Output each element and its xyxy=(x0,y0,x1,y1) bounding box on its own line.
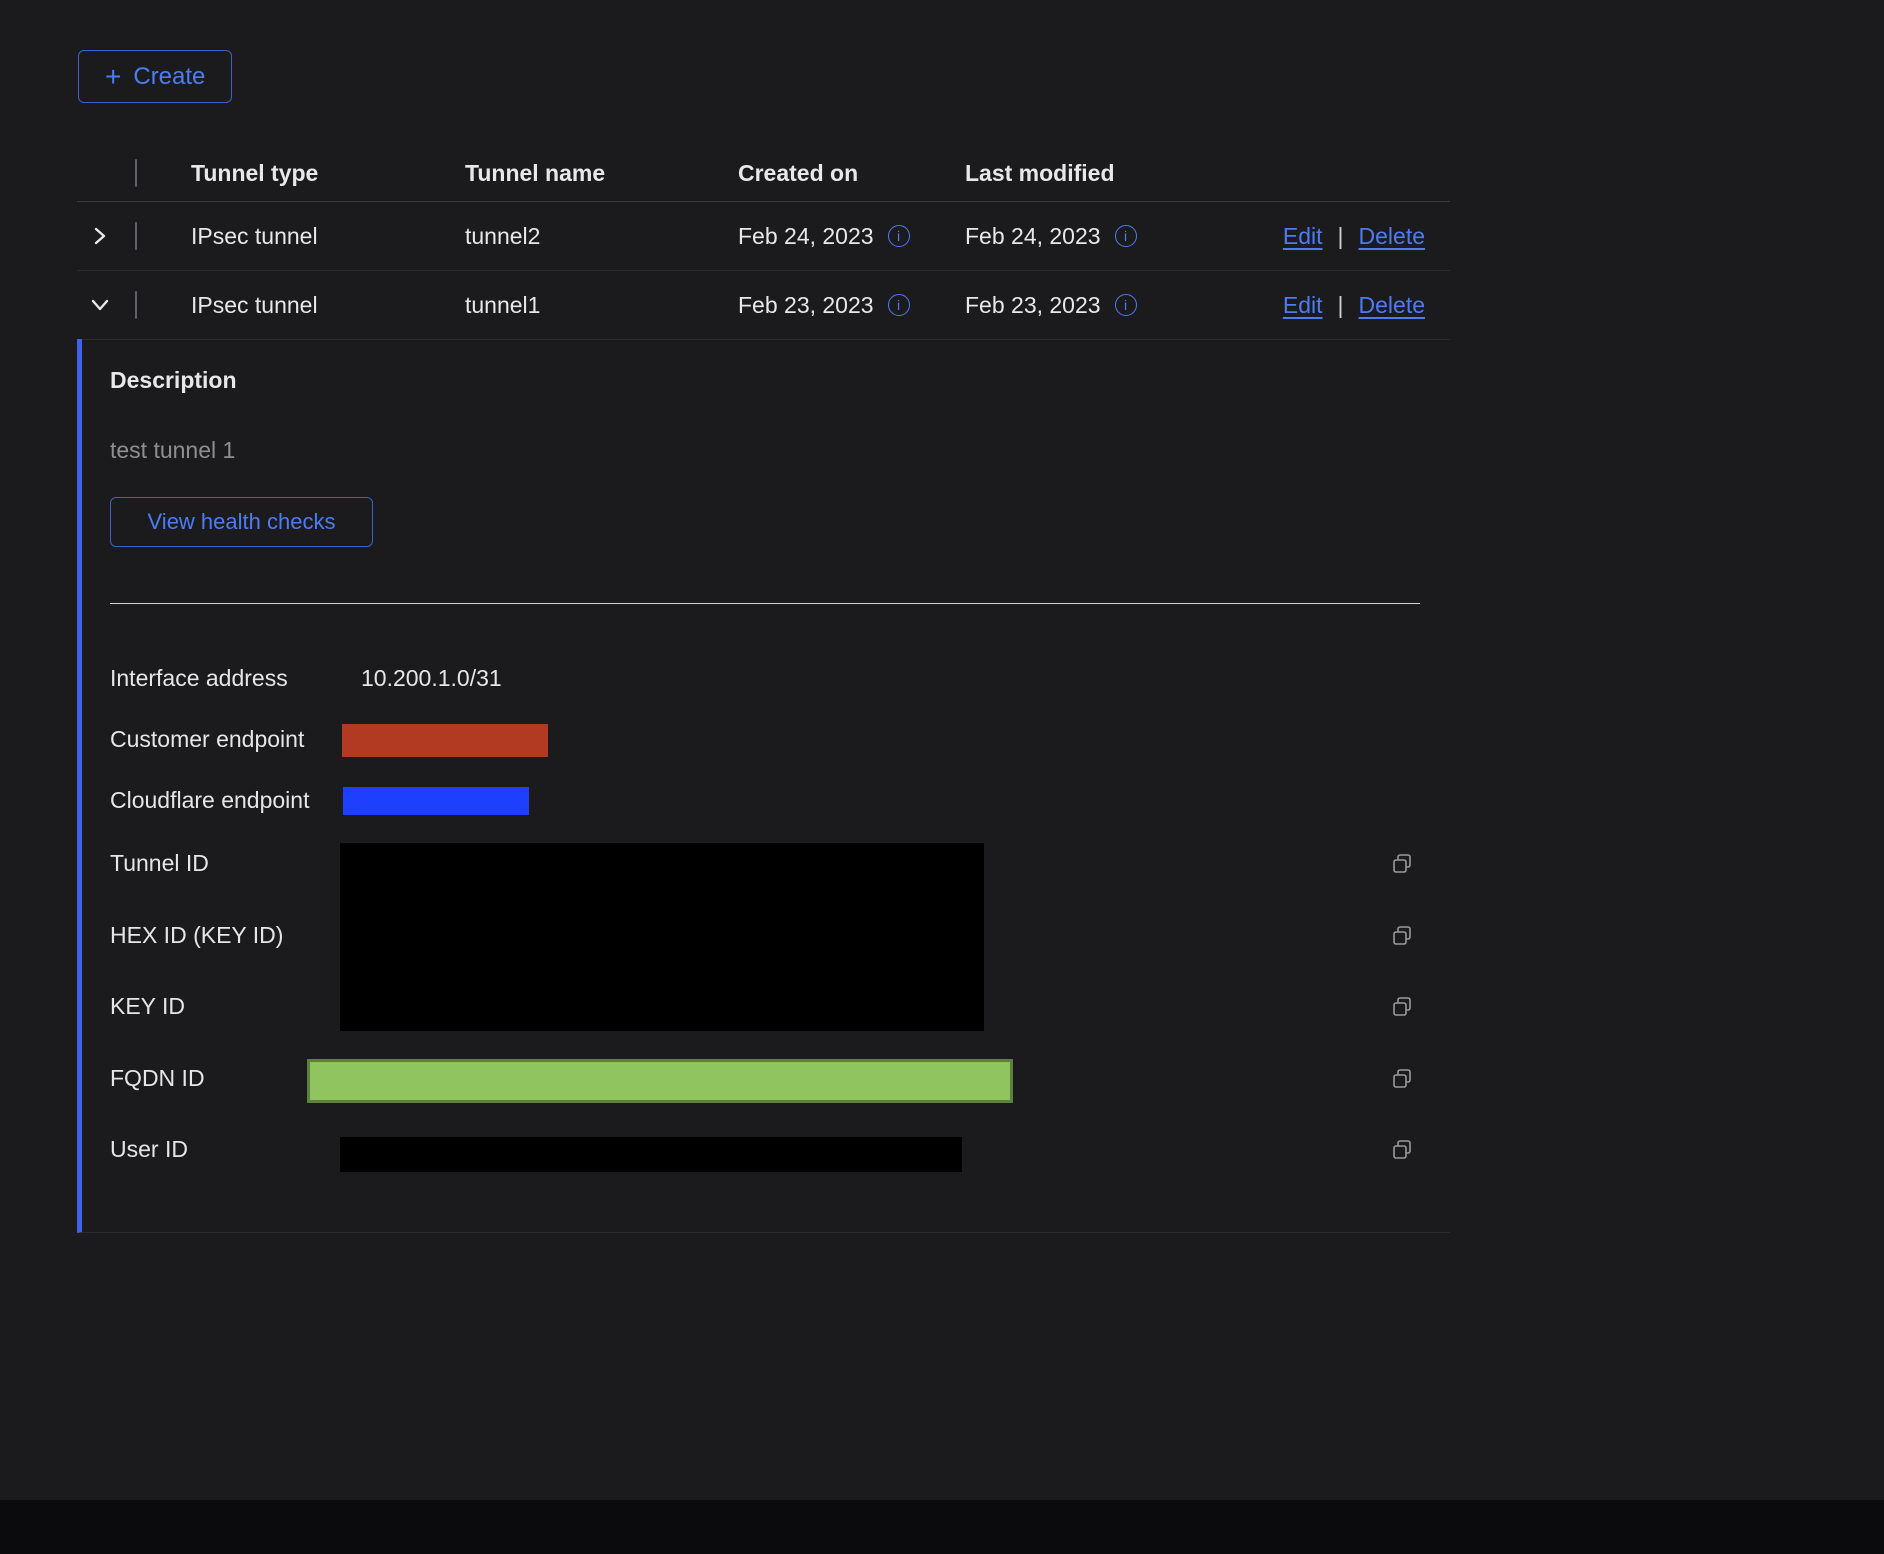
fqdn-id-label: FQDN ID xyxy=(110,1065,205,1092)
info-icon[interactable]: i xyxy=(888,294,910,316)
tunnel-detail-panel: Description test tunnel 1 View health ch… xyxy=(77,339,1450,1233)
copy-icon xyxy=(1390,924,1414,948)
edit-link[interactable]: Edit xyxy=(1283,292,1323,319)
chevron-down-icon xyxy=(89,294,111,316)
key-id-label: KEY ID xyxy=(110,993,185,1020)
header-tunnel-type: Tunnel type xyxy=(191,160,465,187)
section-divider xyxy=(110,603,1420,604)
table-header-row: Tunnel type Tunnel name Created on Last … xyxy=(77,145,1450,202)
description-value: test tunnel 1 xyxy=(110,437,235,464)
create-button[interactable]: + Create xyxy=(78,50,232,103)
table-row: IPsec tunnel tunnel1 Feb 23, 2023 i Feb … xyxy=(77,271,1450,340)
tunnel-type-cell: IPsec tunnel xyxy=(191,223,465,250)
info-icon[interactable]: i xyxy=(1115,225,1137,247)
delete-link[interactable]: Delete xyxy=(1359,223,1425,250)
info-icon[interactable]: i xyxy=(888,225,910,247)
chevron-right-icon xyxy=(89,225,111,247)
tunnel-name-cell: tunnel1 xyxy=(465,292,738,319)
edit-link[interactable]: Edit xyxy=(1283,223,1323,250)
last-modified-cell: Feb 24, 2023 xyxy=(965,223,1101,250)
info-icon[interactable]: i xyxy=(1115,294,1137,316)
tunnel-id-label: Tunnel ID xyxy=(110,850,209,877)
copy-icon xyxy=(1390,852,1414,876)
action-separator: | xyxy=(1338,223,1344,250)
copy-icon xyxy=(1390,1138,1414,1162)
expand-row-button[interactable] xyxy=(77,225,133,247)
customer-endpoint-label: Customer endpoint xyxy=(110,726,304,753)
header-tunnel-name: Tunnel name xyxy=(465,160,738,187)
copy-icon xyxy=(1390,1067,1414,1091)
created-on-cell: Feb 23, 2023 xyxy=(738,292,874,319)
tunnel-name-cell: tunnel2 xyxy=(465,223,738,250)
interface-address-value: 10.200.1.0/31 xyxy=(361,665,502,692)
copy-hex-id-button[interactable] xyxy=(1390,924,1414,948)
header-last-modified: Last modified xyxy=(965,160,1425,187)
user-id-label: User ID xyxy=(110,1136,188,1163)
collapse-row-button[interactable] xyxy=(77,294,133,316)
fqdn-id-redaction xyxy=(307,1059,1013,1103)
row-checkbox[interactable] xyxy=(135,291,137,319)
select-all-checkbox[interactable] xyxy=(135,159,137,187)
delete-link[interactable]: Delete xyxy=(1359,292,1425,319)
cloudflare-endpoint-redaction xyxy=(343,787,529,815)
row-checkbox[interactable] xyxy=(135,222,137,250)
copy-tunnel-id-button[interactable] xyxy=(1390,852,1414,876)
tunnels-table: Tunnel type Tunnel name Created on Last … xyxy=(77,145,1450,340)
user-id-redaction xyxy=(340,1137,962,1172)
id-values-redaction xyxy=(340,843,984,1031)
table-row: IPsec tunnel tunnel2 Feb 24, 2023 i Feb … xyxy=(77,202,1450,271)
create-button-label: Create xyxy=(133,63,205,91)
action-separator: | xyxy=(1338,292,1344,319)
interface-address-label: Interface address xyxy=(110,665,288,692)
page-footer-bar xyxy=(0,1500,1884,1554)
customer-endpoint-redaction xyxy=(342,724,548,757)
created-on-cell: Feb 24, 2023 xyxy=(738,223,874,250)
cloudflare-endpoint-label: Cloudflare endpoint xyxy=(110,787,309,814)
view-health-checks-button[interactable]: View health checks xyxy=(110,497,373,547)
tunnels-page: + Create Tunnel type Tunnel name Created… xyxy=(0,0,1884,1554)
plus-icon: + xyxy=(105,63,121,91)
hex-id-label: HEX ID (KEY ID) xyxy=(110,922,283,949)
tunnel-type-cell: IPsec tunnel xyxy=(191,292,465,319)
last-modified-cell: Feb 23, 2023 xyxy=(965,292,1101,319)
description-label: Description xyxy=(110,367,237,394)
copy-key-id-button[interactable] xyxy=(1390,995,1414,1019)
header-created-on: Created on xyxy=(738,160,965,187)
copy-user-id-button[interactable] xyxy=(1390,1138,1414,1162)
copy-fqdn-id-button[interactable] xyxy=(1390,1067,1414,1091)
copy-icon xyxy=(1390,995,1414,1019)
